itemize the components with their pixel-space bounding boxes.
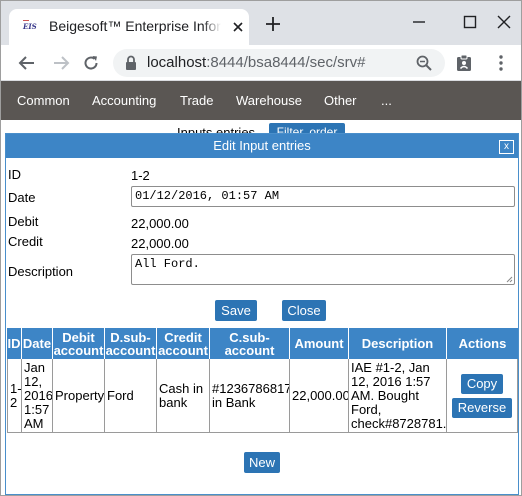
id-value: 1-2 (131, 168, 150, 183)
description-label: Description (8, 264, 74, 279)
column-header-debit-sub-account: D.sub-account (105, 328, 157, 359)
column-header-amount: Amount (290, 328, 349, 359)
app-nav-bar: Common Accounting Trade Warehouse Other … (1, 81, 521, 120)
description-text: All Ford. (135, 257, 200, 271)
date-label: Date (8, 190, 36, 205)
cell-description: IAE #1-2, Jan 12, 2016 1:57 AM. Bought F… (349, 359, 447, 433)
nav-item-common[interactable]: Common (17, 93, 70, 108)
debit-value: 22,000.00 (131, 216, 189, 231)
column-header-id: ID (7, 328, 22, 359)
nav-item-accounting[interactable]: Accounting (92, 93, 156, 108)
browser-tab[interactable]: EIS Beigesoft™ Enterprise Information Sy… (9, 9, 249, 45)
resize-handle-icon[interactable] (506, 276, 513, 283)
new-button[interactable]: New (244, 452, 280, 473)
cell-credit-sub-account: #1236786817 in Bank (210, 359, 290, 433)
lock-icon[interactable] (125, 55, 137, 71)
cell-description-text: IAE #1-2, Jan 12, 2016 1:57 AM. Bought F… (351, 359, 447, 431)
save-button[interactable]: Save (215, 300, 257, 321)
row-actions: Copy Reverse (447, 372, 517, 420)
cell-debit-sub-account: Ford (105, 359, 157, 433)
id-label: ID (8, 167, 21, 182)
cell-credit-sub-text: #1236786817 in Bank (212, 380, 290, 410)
column-header-credit-account: Credit account (157, 328, 210, 359)
url-text: localhost:8444/bsa8444/sec/srv# (147, 54, 365, 71)
page-content: Common Accounting Trade Warehouse Other … (1, 81, 521, 495)
nav-item-other[interactable]: Other (324, 93, 357, 108)
tab-title: Beigesoft™ Enterprise Information System (49, 18, 221, 36)
edit-dialog: Edit Input entries x ID 1-2 Date 01/12/2… (5, 133, 519, 495)
debit-label: Debit (8, 214, 39, 229)
url-path: :8444/bsa8444/sec/srv# (206, 54, 366, 71)
cell-id: 1-2 (7, 359, 22, 433)
dialog-title: Edit Input entries (213, 138, 311, 153)
description-textarea[interactable]: All Ford. (131, 254, 515, 285)
close-icon[interactable] (230, 19, 246, 35)
column-header-credit-sub-account: C.sub-account (210, 328, 290, 359)
cell-debit-account: Property (53, 359, 105, 433)
nav-item-trade[interactable]: Trade (180, 93, 213, 108)
cell-credit-account: Cash in bank (157, 359, 210, 433)
cell-amount: 22,000.00 (290, 359, 349, 433)
cell-debit-sub-text: Ford (107, 387, 134, 403)
date-input[interactable]: 01/12/2016, 01:57 AM (131, 186, 515, 207)
cell-credit-account-text: Cash in bank (159, 380, 204, 410)
browser-toolbar: localhost:8444/bsa8444/sec/srv# (1, 45, 521, 81)
column-header-actions: Actions (447, 328, 518, 359)
tab-strip: EIS Beigesoft™ Enterprise Information Sy… (1, 1, 521, 45)
minimize-icon[interactable] (412, 15, 426, 29)
browser-window: EIS Beigesoft™ Enterprise Information Sy… (0, 0, 522, 496)
cell-date-text: Jan 12, 2016 1:57 AM (24, 359, 53, 431)
nav-item-warehouse[interactable]: Warehouse (236, 93, 302, 108)
reload-icon[interactable] (82, 54, 100, 72)
plus-icon[interactable] (265, 16, 281, 32)
nav-item-more[interactable]: ... (381, 93, 392, 108)
back-arrow-icon[interactable] (18, 54, 36, 72)
column-header-description: Description (349, 328, 447, 359)
cell-date: Jan 12, 2016 1:57 AM (22, 359, 53, 433)
url-host: localhost (147, 54, 207, 71)
dialog-close-button[interactable]: x (499, 140, 514, 154)
address-bar[interactable]: localhost:8444/bsa8444/sec/srv# (113, 49, 445, 77)
zoom-icon[interactable] (415, 54, 433, 72)
cell-actions: Copy Reverse (447, 359, 518, 433)
reverse-button[interactable]: Reverse (451, 397, 513, 418)
credit-value: 22,000.00 (131, 236, 189, 251)
maximize-icon[interactable] (463, 15, 477, 29)
favicon-icon: EIS (23, 20, 39, 34)
dialog-header: Edit Input entries x (6, 134, 518, 158)
copy-button[interactable]: Copy (460, 373, 504, 394)
cell-id-text: 1-2 (10, 380, 22, 410)
kebab-menu-icon[interactable] (492, 54, 510, 72)
entries-table: ID Date Debit account D.sub-account Cred… (7, 328, 518, 433)
close-button[interactable]: Close (282, 300, 326, 321)
forward-arrow-icon[interactable] (52, 54, 70, 72)
column-header-debit-account: Debit account (53, 328, 105, 359)
column-header-date: Date (22, 328, 53, 359)
clipboard-icon[interactable] (455, 54, 473, 72)
cell-amount-text: 22,000.00 (292, 387, 349, 403)
window-close-icon[interactable] (497, 15, 511, 29)
cell-debit-account-text: Property (55, 387, 105, 403)
credit-label: Credit (8, 234, 43, 249)
